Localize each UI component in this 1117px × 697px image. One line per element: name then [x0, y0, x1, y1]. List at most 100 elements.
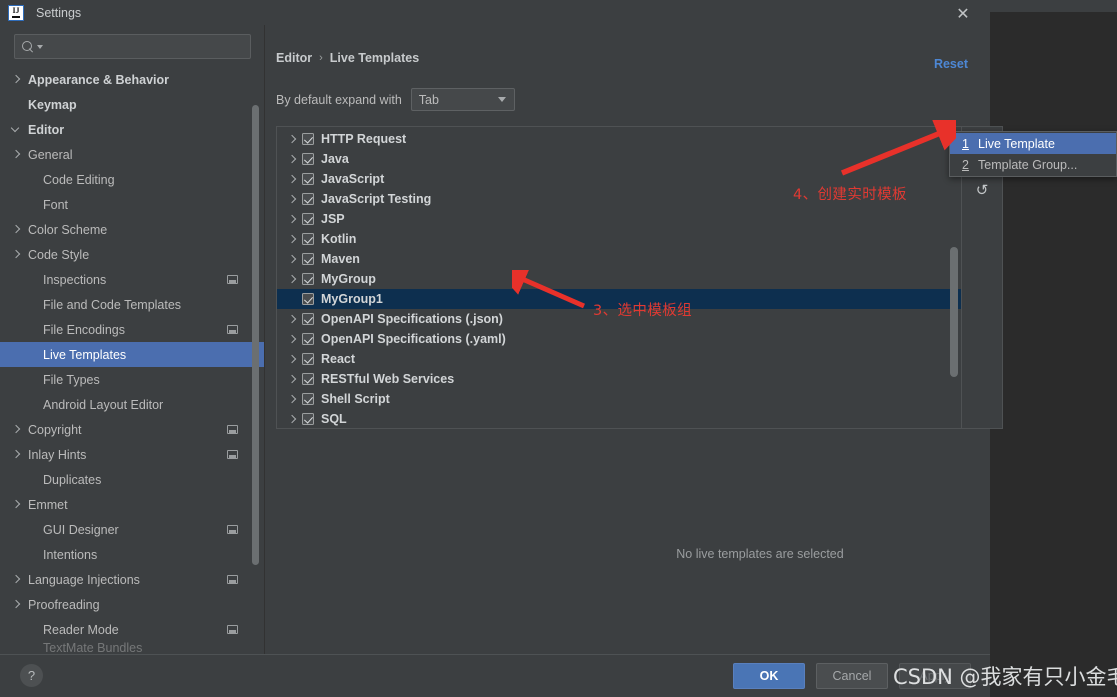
reset-link[interactable]: Reset: [934, 57, 968, 71]
sidebar-item-language-injections[interactable]: Language Injections: [0, 567, 265, 592]
template-group-checkbox[interactable]: [302, 173, 314, 185]
template-group-row[interactable]: JSP: [277, 209, 961, 229]
chevron-right-icon[interactable]: [285, 152, 299, 166]
sidebar-item-keymap[interactable]: Keymap: [0, 92, 265, 117]
chevron-right-icon[interactable]: [285, 332, 299, 346]
chevron-right-icon[interactable]: [285, 312, 299, 326]
sidebar-item-file-types[interactable]: File Types: [0, 367, 265, 392]
template-group-checkbox[interactable]: [302, 333, 314, 345]
sidebar-item-font[interactable]: Font: [0, 192, 265, 217]
settings-sidebar: Appearance & Behavior Keymap Editor General…: [0, 25, 265, 654]
chevron-right-icon[interactable]: [10, 448, 23, 461]
sidebar-item-code-editing[interactable]: Code Editing: [0, 167, 265, 192]
chevron-right-icon[interactable]: [10, 148, 23, 161]
template-group-checkbox[interactable]: [302, 213, 314, 225]
template-group-checkbox[interactable]: [302, 233, 314, 245]
live-templates-tree[interactable]: HTTP Request Java JavaScript JavaScript Tes…: [277, 127, 961, 428]
template-group-row[interactable]: Kotlin: [277, 229, 961, 249]
sidebar-item-intentions[interactable]: Intentions: [0, 542, 265, 567]
sidebar-item-appearance-behavior[interactable]: Appearance & Behavior: [0, 67, 265, 92]
sidebar-item-label: Font: [43, 197, 69, 212]
sidebar-item-live-templates[interactable]: Live Templates: [0, 342, 265, 367]
template-group-checkbox[interactable]: [302, 293, 314, 305]
search-box[interactable]: [14, 34, 251, 59]
chevron-right-icon[interactable]: [285, 252, 299, 266]
template-group-row[interactable]: MyGroup: [277, 269, 961, 289]
chevron-right-icon[interactable]: [285, 232, 299, 246]
chevron-right-icon[interactable]: [285, 192, 299, 206]
breadcrumb-parent[interactable]: Editor: [276, 51, 312, 65]
chevron-right-icon[interactable]: [285, 412, 299, 426]
template-group-checkbox[interactable]: [302, 353, 314, 365]
template-group-checkbox[interactable]: [302, 193, 314, 205]
sidebar-item-inlay-hints[interactable]: Inlay Hints: [0, 442, 265, 467]
template-group-checkbox[interactable]: [302, 153, 314, 165]
chevron-right-icon[interactable]: [10, 573, 23, 586]
sidebar-item-duplicates[interactable]: Duplicates: [0, 467, 265, 492]
sidebar-item-gui-designer[interactable]: GUI Designer: [0, 517, 265, 542]
sidebar-item-editor[interactable]: Editor: [0, 117, 265, 142]
sidebar-item-file-encodings[interactable]: File Encodings: [0, 317, 265, 342]
chevron-down-icon[interactable]: [10, 123, 23, 136]
ok-button[interactable]: OK: [733, 663, 805, 689]
chevron-right-icon[interactable]: [285, 272, 299, 286]
template-group-row[interactable]: Java: [277, 149, 961, 169]
sidebar-item-reader-mode[interactable]: Reader Mode: [0, 617, 265, 642]
sidebar-item-textmate-bundles[interactable]: TextMate Bundles: [0, 642, 265, 654]
template-group-row[interactable]: SQL: [277, 409, 961, 428]
sidebar-item-label: Copyright: [28, 422, 82, 437]
template-group-checkbox[interactable]: [302, 313, 314, 325]
close-icon[interactable]: ✕: [952, 2, 974, 24]
sidebar-item-inspections[interactable]: Inspections: [0, 267, 265, 292]
backdrop-body: [990, 12, 1117, 697]
sidebar-item-code-style[interactable]: Code Style: [0, 242, 265, 267]
sidebar-item-emmet[interactable]: Emmet: [0, 492, 265, 517]
template-group-row[interactable]: OpenAPI Specifications (.yaml): [277, 329, 961, 349]
template-group-checkbox[interactable]: [302, 253, 314, 265]
chevron-right-icon[interactable]: [10, 498, 23, 511]
sidebar-item-general[interactable]: General: [0, 142, 265, 167]
template-group-label: Kotlin: [321, 232, 357, 246]
sidebar-item-file-and-code-templates[interactable]: File and Code Templates: [0, 292, 265, 317]
template-group-row[interactable]: Maven: [277, 249, 961, 269]
menu-item-live-template[interactable]: 1 Live Template: [950, 133, 1116, 154]
sidebar-item-android-layout-editor[interactable]: Android Layout Editor: [0, 392, 265, 417]
revert-icon[interactable]: ↺: [969, 177, 995, 203]
expand-with-select[interactable]: Tab: [410, 88, 515, 111]
chevron-right-icon[interactable]: [285, 172, 299, 186]
chevron-right-icon[interactable]: [10, 248, 23, 261]
menu-item-template-group[interactable]: 2 Template Group...: [950, 154, 1116, 175]
template-group-row[interactable]: RESTful Web Services: [277, 369, 961, 389]
template-group-label: React: [321, 352, 356, 366]
chevron-right-icon[interactable]: [10, 598, 23, 611]
template-group-row[interactable]: React: [277, 349, 961, 369]
sidebar-item-label: Inlay Hints: [28, 447, 87, 462]
template-group-row[interactable]: HTTP Request: [277, 129, 961, 149]
help-button[interactable]: ?: [20, 664, 43, 687]
template-group-checkbox[interactable]: [302, 133, 314, 145]
template-group-checkbox[interactable]: [302, 413, 314, 425]
chevron-right-icon[interactable]: [285, 392, 299, 406]
chevron-right-icon[interactable]: [285, 372, 299, 386]
sidebar-item-copyright[interactable]: Copyright: [0, 417, 265, 442]
sidebar-item-color-scheme[interactable]: Color Scheme: [0, 217, 265, 242]
chevron-right-icon[interactable]: [285, 132, 299, 146]
template-group-checkbox[interactable]: [302, 393, 314, 405]
chevron-right-icon[interactable]: [285, 352, 299, 366]
templates-scrollbar[interactable]: [950, 247, 958, 377]
chevron-right-icon[interactable]: [10, 73, 23, 86]
template-group-row[interactable]: Shell Script: [277, 389, 961, 409]
sidebar-tree-scroll[interactable]: Appearance & Behavior Keymap Editor General…: [0, 65, 265, 654]
cancel-button[interactable]: Cancel: [816, 663, 888, 689]
template-group-checkbox[interactable]: [302, 373, 314, 385]
chevron-right-icon[interactable]: [285, 212, 299, 226]
chevron-right-icon[interactable]: [10, 223, 23, 236]
chevron-right-icon[interactable]: [10, 423, 23, 436]
sidebar-scrollbar[interactable]: [252, 105, 259, 565]
template-group-label: JavaScript: [321, 172, 385, 186]
menu-item-mnemonic: 1: [962, 136, 969, 151]
settings-dialog: Settings ✕ Appearance & Behavior Keymap Ed…: [0, 0, 1003, 697]
template-group-checkbox[interactable]: [302, 273, 314, 285]
search-input[interactable]: [43, 38, 244, 55]
sidebar-item-proofreading[interactable]: Proofreading: [0, 592, 265, 617]
